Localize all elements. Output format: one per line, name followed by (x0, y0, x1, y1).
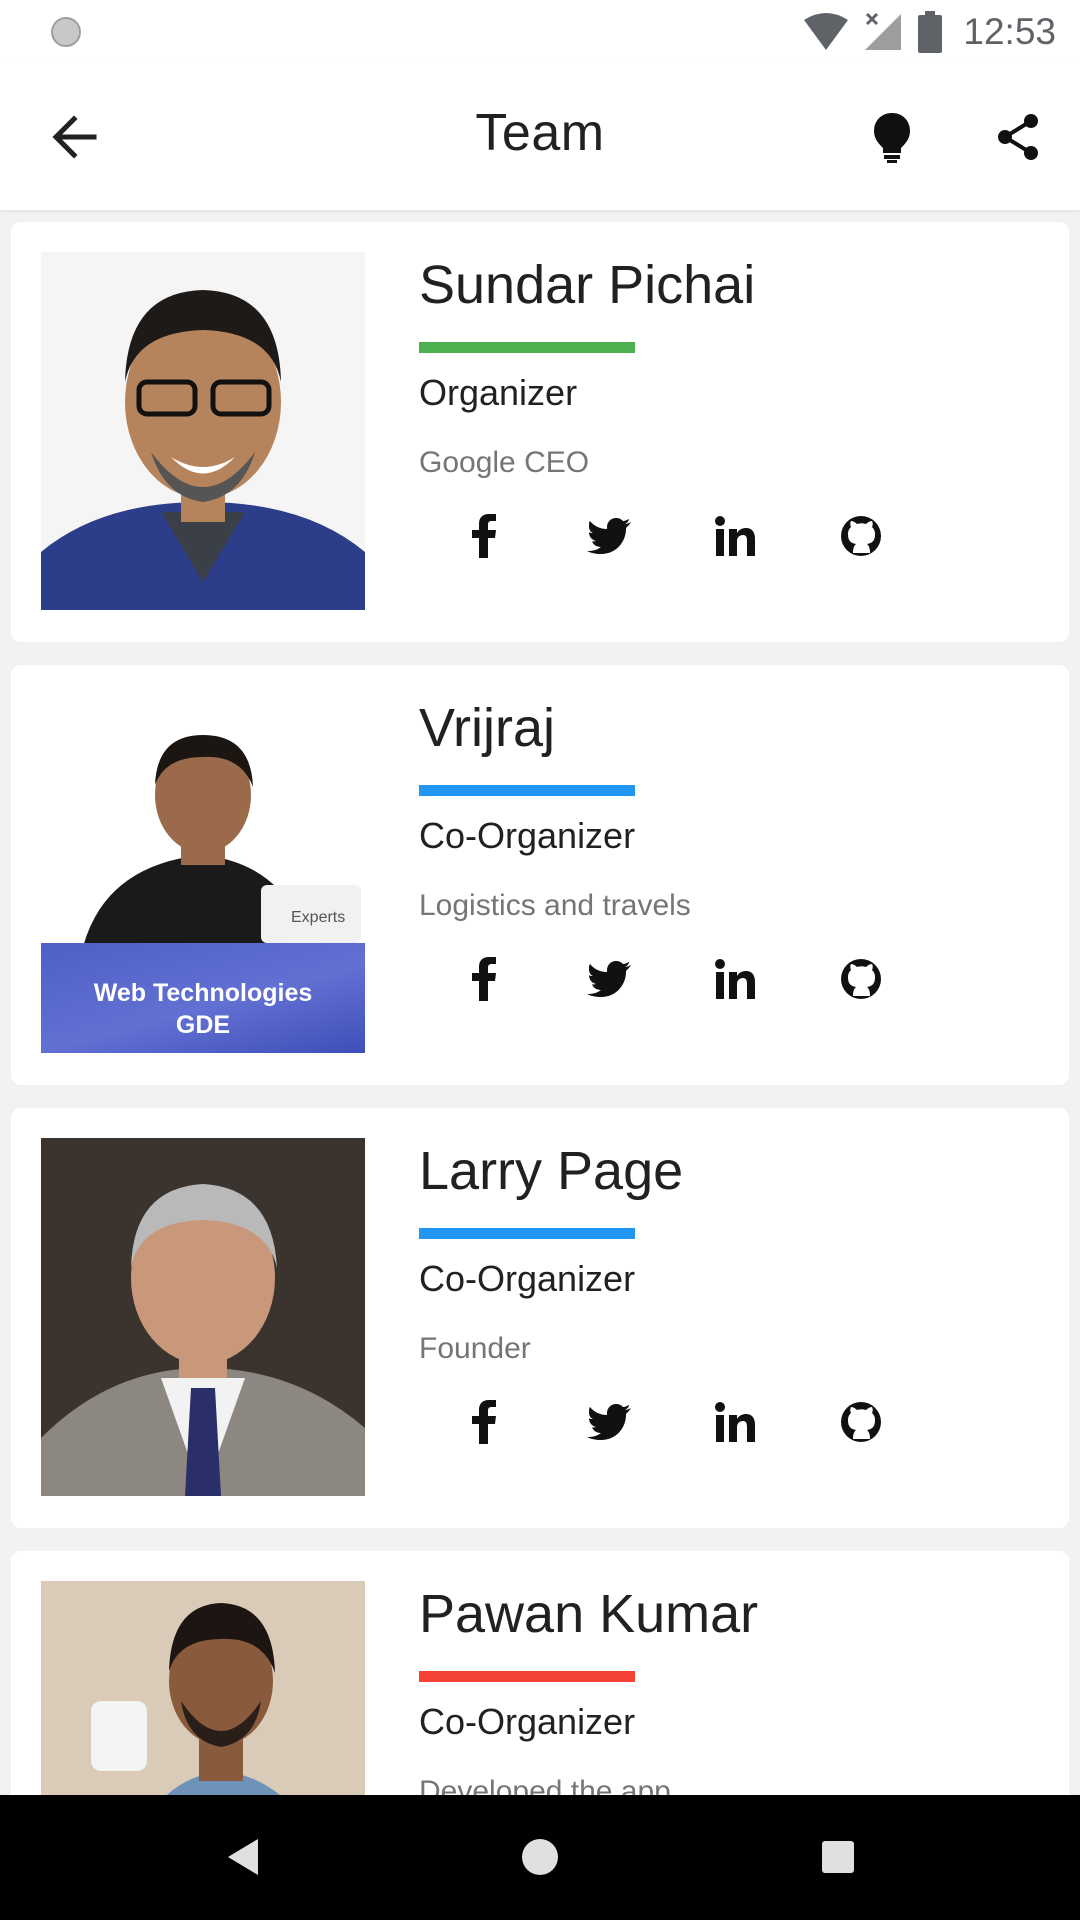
experts-badge: Experts (261, 885, 361, 943)
github-link[interactable] (829, 1390, 893, 1454)
sync-indicator-icon (51, 17, 81, 47)
social-links (451, 504, 893, 568)
banner-text: Web Technologies GDE (93, 979, 313, 1039)
member-name: Pawan Kumar (419, 1584, 759, 1644)
back-triangle-icon (228, 1839, 258, 1875)
twitter-icon (587, 961, 631, 997)
github-icon (841, 516, 881, 556)
linkedin-icon (715, 959, 755, 999)
member-description: Logistics and travels (419, 889, 691, 922)
twitter-icon (587, 518, 631, 554)
lightbulb-icon (874, 113, 910, 163)
social-links (451, 1390, 893, 1454)
portrait-image (41, 1581, 365, 1795)
member-description: Founder (419, 1332, 531, 1365)
member-card-2[interactable]: Experts Web Technologies GDE Vrijraj Co-… (11, 665, 1069, 1085)
member-card-3[interactable]: Larry Page Co-Organizer Founder (11, 1108, 1069, 1528)
clock: 12:53 (963, 11, 1056, 52)
member-card-1[interactable]: Sundar Pichai Organizer Google CEO (11, 222, 1069, 642)
member-role: Co-Organizer (419, 1701, 636, 1742)
battery-icon (918, 11, 943, 53)
linkedin-icon (715, 516, 755, 556)
github-link[interactable] (829, 947, 893, 1011)
nav-back-button[interactable] (212, 1827, 272, 1887)
linkedin-link[interactable] (703, 504, 767, 568)
linkedin-icon (715, 1402, 755, 1442)
portrait-image (41, 252, 365, 610)
github-link[interactable] (829, 504, 893, 568)
member-card-4[interactable]: Pawan Kumar Co-Organizer Developed the a… (11, 1551, 1069, 1795)
facebook-icon (472, 514, 496, 558)
facebook-link[interactable] (451, 947, 515, 1011)
linkedin-link[interactable] (703, 947, 767, 1011)
nav-home-button[interactable] (510, 1827, 570, 1887)
portrait-image (41, 1138, 365, 1496)
member-photo (41, 1581, 365, 1795)
app-bar: Team (0, 63, 1080, 210)
github-icon (841, 959, 881, 999)
cell-signal-icon (865, 12, 902, 50)
member-photo (41, 1138, 365, 1496)
twitter-link[interactable] (577, 947, 641, 1011)
member-role: Co-Organizer (419, 1258, 636, 1299)
twitter-link[interactable] (577, 1390, 641, 1454)
team-list[interactable]: Sundar Pichai Organizer Google CEO Exper… (0, 210, 1080, 1795)
member-name: Sundar Pichai (419, 255, 756, 315)
member-name: Vrijraj (419, 698, 556, 758)
badge-label: Experts (291, 909, 346, 926)
member-description: Developed the app (419, 1775, 671, 1795)
member-photo (41, 252, 365, 610)
facebook-icon (472, 1400, 496, 1444)
member-role: Organizer (419, 372, 578, 413)
wifi-icon (804, 13, 849, 50)
system-nav-bar (0, 1795, 1080, 1920)
accent-underline (419, 785, 635, 796)
member-role: Co-Organizer (419, 815, 636, 856)
twitter-link[interactable] (577, 504, 641, 568)
accent-underline (419, 1228, 635, 1239)
github-icon (841, 1402, 881, 1442)
photo-banner: Web Technologies GDE (41, 943, 365, 1053)
member-name: Larry Page (419, 1141, 684, 1201)
share-button[interactable] (988, 107, 1048, 167)
facebook-link[interactable] (451, 504, 515, 568)
social-links (451, 947, 893, 1011)
status-bar: 12:53 (0, 0, 1080, 63)
facebook-icon (472, 957, 496, 1001)
accent-underline (419, 342, 635, 353)
twitter-icon (587, 1404, 631, 1440)
nav-recents-button[interactable] (808, 1827, 868, 1887)
status-icons: 12:53 (803, 8, 1056, 56)
recents-square-icon (822, 1841, 854, 1873)
home-circle-icon (522, 1839, 558, 1875)
share-icon (998, 114, 1038, 160)
accent-underline (419, 1671, 635, 1682)
facebook-link[interactable] (451, 1390, 515, 1454)
member-photo: Experts Web Technologies GDE (41, 695, 365, 1053)
linkedin-link[interactable] (703, 1390, 767, 1454)
member-description: Google CEO (419, 446, 590, 479)
theme-toggle-button[interactable] (862, 107, 922, 167)
